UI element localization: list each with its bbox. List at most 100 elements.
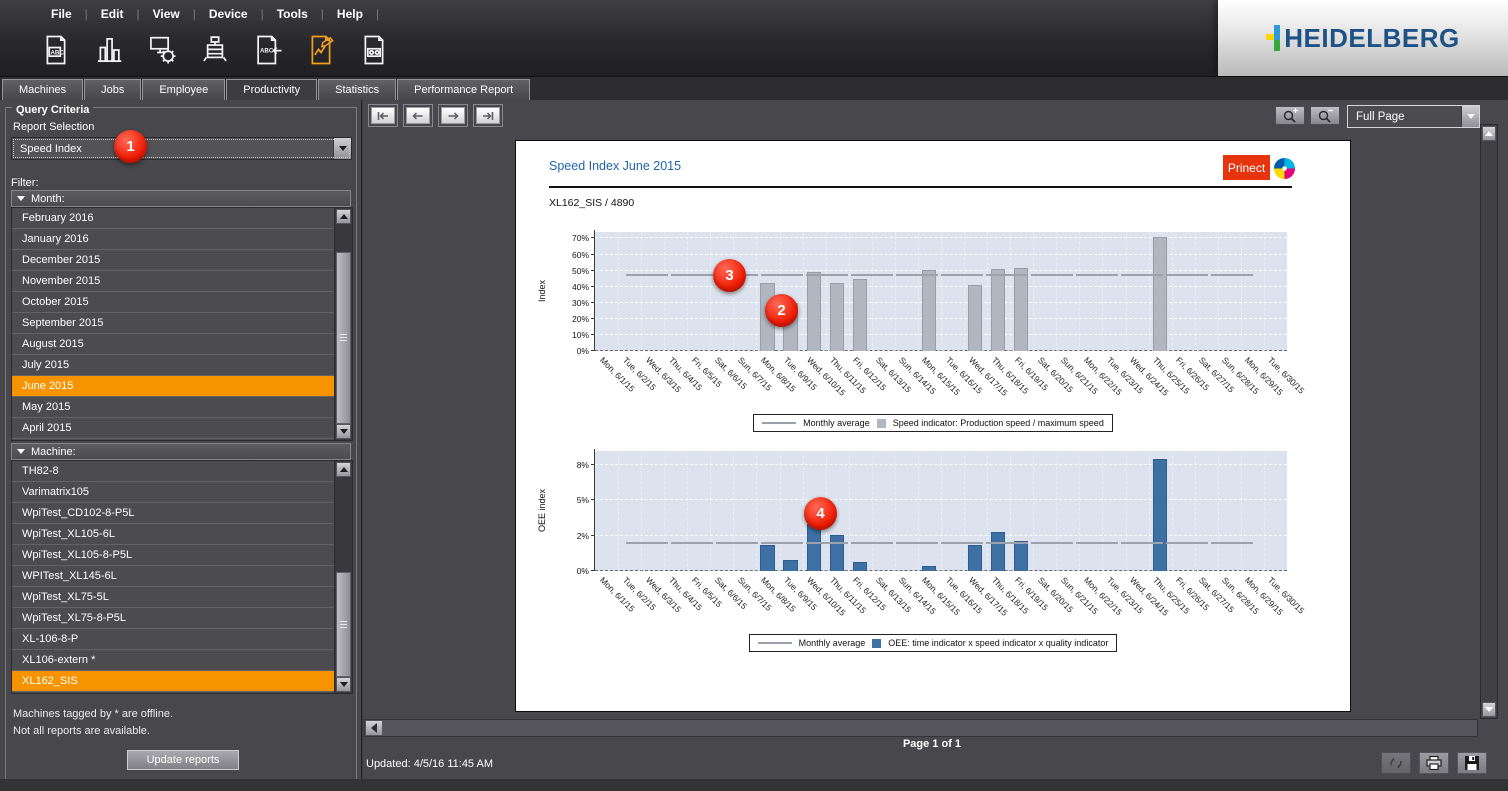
tab-jobs[interactable]: Jobs bbox=[84, 79, 141, 100]
vertical-scrollbar[interactable] bbox=[1480, 124, 1498, 719]
vertical-gridline bbox=[1126, 451, 1127, 571]
scroll-down-button[interactable] bbox=[336, 677, 351, 692]
next-page-button[interactable] bbox=[441, 107, 465, 124]
month-item[interactable]: September 2015 bbox=[12, 313, 344, 334]
bar bbox=[807, 524, 821, 571]
y-tick-label: 5% bbox=[555, 495, 589, 505]
vertical-gridline bbox=[1079, 451, 1080, 571]
refresh-button[interactable] bbox=[1381, 752, 1411, 774]
update-reports-button[interactable]: Update reports bbox=[127, 750, 239, 770]
horizontal-gridline bbox=[595, 334, 1287, 335]
machine-item[interactable]: XL106-extern * bbox=[12, 650, 344, 671]
machine-item[interactable]: Varimatrix105 bbox=[12, 482, 344, 503]
scrollbar-thumb[interactable] bbox=[336, 252, 351, 424]
text-import-button[interactable]: ABC bbox=[250, 31, 286, 69]
tab-employee[interactable]: Employee bbox=[142, 79, 225, 100]
scroll-up-button[interactable] bbox=[336, 209, 351, 224]
menu-file[interactable]: File bbox=[38, 5, 85, 23]
bar bbox=[922, 270, 936, 351]
tab-performance-report[interactable]: Performance Report bbox=[397, 79, 530, 100]
chevron-down-icon bbox=[339, 146, 347, 151]
svg-text:ABC: ABC bbox=[260, 47, 274, 54]
system-settings-button[interactable] bbox=[144, 31, 180, 69]
menu-device[interactable]: Device bbox=[196, 5, 261, 23]
legend-bar-sample bbox=[877, 419, 886, 428]
scroll-up-button[interactable] bbox=[1482, 126, 1496, 141]
previous-page-button[interactable] bbox=[406, 107, 430, 124]
bar bbox=[991, 269, 1005, 351]
y-tick-mark bbox=[591, 318, 595, 319]
month-list: February 2016January 2016December 2015No… bbox=[11, 207, 353, 441]
scroll-left-button[interactable] bbox=[366, 721, 382, 735]
machine-item[interactable]: XL162_SIS bbox=[12, 671, 344, 692]
last-page-button[interactable] bbox=[476, 107, 500, 124]
y-tick-mark bbox=[591, 270, 595, 271]
text-report-button[interactable]: ABC bbox=[38, 31, 74, 69]
menu-edit[interactable]: Edit bbox=[88, 5, 137, 23]
zoom-in-button[interactable] bbox=[1275, 106, 1305, 125]
month-item[interactable]: June 2015 bbox=[12, 376, 344, 397]
tab-productivity[interactable]: Productivity bbox=[226, 79, 317, 100]
first-page-button[interactable] bbox=[371, 107, 395, 124]
report-viewer: Full Page Speed Index June 2015 Prinect … bbox=[363, 100, 1508, 791]
scroll-down-button[interactable] bbox=[1482, 702, 1496, 717]
tab-statistics[interactable]: Statistics bbox=[318, 79, 396, 100]
machine-item[interactable]: WpiTest_XL105-6L bbox=[12, 524, 344, 545]
machine-report-button[interactable] bbox=[356, 31, 392, 69]
horizontal-scrollbar[interactable] bbox=[364, 719, 1478, 737]
machine-item[interactable]: WpiTest_CD102-8-P5L bbox=[12, 503, 344, 524]
scroll-up-button[interactable] bbox=[336, 462, 351, 477]
triangle-up-icon bbox=[340, 467, 348, 472]
print-button[interactable] bbox=[1419, 752, 1449, 774]
month-item[interactable]: April 2015 bbox=[12, 418, 344, 439]
month-item[interactable]: May 2015 bbox=[12, 397, 344, 418]
machine-section-header[interactable]: Machine: bbox=[11, 443, 351, 460]
save-button[interactable] bbox=[1457, 752, 1487, 774]
menu-help[interactable]: Help bbox=[324, 5, 376, 23]
month-item[interactable]: November 2015 bbox=[12, 271, 344, 292]
page-navigation bbox=[368, 104, 503, 127]
triangle-up-icon bbox=[1485, 131, 1493, 136]
tab-machines[interactable]: Machines bbox=[2, 79, 83, 100]
dropdown-arrow-button[interactable] bbox=[333, 138, 351, 159]
zoom-level-dropdown[interactable]: Full Page bbox=[1347, 105, 1480, 128]
menu-tools[interactable]: Tools bbox=[264, 5, 321, 23]
annotation-badge-3: 3 bbox=[713, 259, 746, 292]
month-item[interactable]: July 2015 bbox=[12, 355, 344, 376]
month-section-label: Month: bbox=[31, 193, 65, 205]
first-page-icon bbox=[376, 111, 390, 121]
month-section-header[interactable]: Month: bbox=[11, 190, 351, 207]
triangle-down-icon bbox=[340, 429, 348, 434]
bar bbox=[760, 545, 774, 571]
month-item[interactable]: January 2016 bbox=[12, 229, 344, 250]
scroll-down-button[interactable] bbox=[336, 424, 351, 439]
zoom-out-button[interactable] bbox=[1310, 106, 1340, 125]
dropdown-arrow-button[interactable] bbox=[1461, 106, 1479, 127]
machine-item[interactable]: TH82-8 bbox=[12, 461, 344, 482]
legend-bar-sample bbox=[872, 639, 881, 648]
month-item[interactable]: August 2015 bbox=[12, 334, 344, 355]
machine-item[interactable]: WPITest_XL145-6L bbox=[12, 566, 344, 587]
bar bbox=[830, 535, 844, 571]
report-selection-dropdown[interactable]: Speed Index bbox=[11, 137, 352, 160]
horizontal-gridline bbox=[595, 254, 1287, 255]
legend-bar-label: OEE: time indicator x speed indicator x … bbox=[888, 638, 1108, 648]
performance-report-button[interactable] bbox=[303, 31, 339, 69]
menu-view[interactable]: View bbox=[140, 5, 193, 23]
machine-item[interactable]: WpiTest_XL75-8-P5L bbox=[12, 608, 344, 629]
scrollbar-thumb[interactable] bbox=[336, 572, 351, 676]
vertical-gridline bbox=[987, 451, 988, 571]
vertical-gridline bbox=[780, 451, 781, 571]
machine-item[interactable]: WpiTest_XL105-8-P5L bbox=[12, 545, 344, 566]
machine-button[interactable] bbox=[197, 31, 233, 69]
vertical-gridline bbox=[733, 451, 734, 571]
month-item[interactable]: October 2015 bbox=[12, 292, 344, 313]
machine-scrollbar[interactable] bbox=[334, 461, 352, 693]
month-item[interactable]: February 2016 bbox=[12, 208, 344, 229]
month-item[interactable]: December 2015 bbox=[12, 250, 344, 271]
bar-chart-button[interactable] bbox=[91, 31, 127, 69]
machine-item[interactable]: XL-106-8-P bbox=[12, 629, 344, 650]
triangle-left-icon bbox=[371, 723, 377, 733]
machine-item[interactable]: WpiTest_XL75-5L bbox=[12, 587, 344, 608]
month-scrollbar[interactable] bbox=[334, 208, 352, 440]
